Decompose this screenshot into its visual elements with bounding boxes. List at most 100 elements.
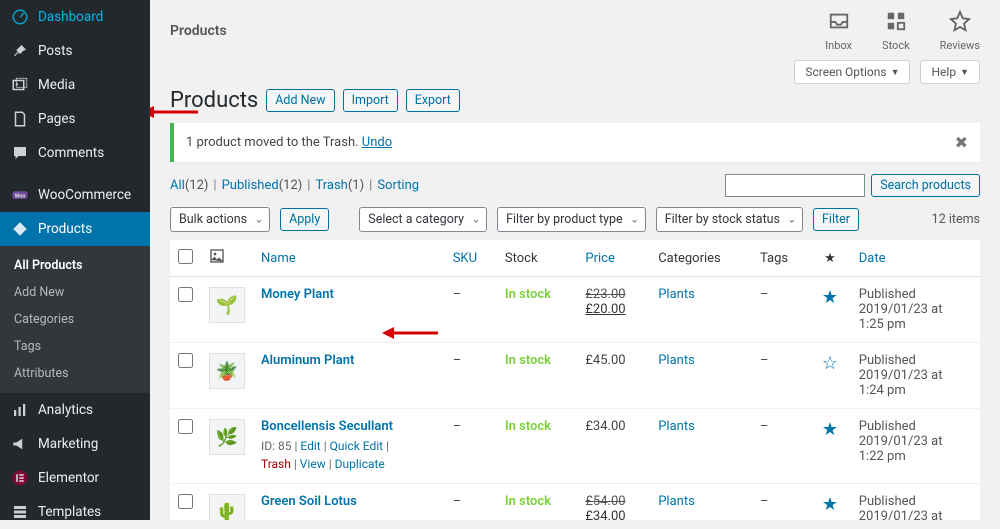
row-action-view[interactable]: View [300, 457, 326, 471]
product-thumb: 🌱 [209, 287, 245, 323]
cell-stock: In stock [505, 494, 551, 509]
sidebar-item-label: Templates [38, 504, 101, 520]
col-date[interactable]: Date [851, 240, 980, 277]
top-icon-inbox[interactable]: Inbox [825, 10, 852, 52]
sidebar-item-products[interactable]: Products [0, 212, 150, 246]
filter-link-all[interactable]: All [170, 178, 185, 193]
comment-icon [10, 144, 30, 162]
sidebar-item-label: Elementor [38, 470, 99, 486]
cell-date-l2: 2019/01/23 at [859, 434, 943, 449]
row-action-duplicate[interactable]: Duplicate [335, 457, 385, 471]
cell-tags: – [752, 409, 809, 484]
bulk-actions-select[interactable]: Bulk actions⌄ [170, 207, 270, 232]
product-name-link[interactable]: Boncellensis Secullant [261, 419, 393, 434]
dashboard-icon [10, 8, 30, 26]
row-checkbox[interactable] [178, 419, 193, 434]
cell-category-link[interactable]: Plants [658, 287, 695, 302]
row-action-trash[interactable]: Trash [261, 457, 291, 471]
col-price[interactable]: Price [577, 240, 650, 277]
sidebar-item-media[interactable]: Media [0, 68, 150, 102]
sidebar-item-pages[interactable]: Pages [0, 102, 150, 136]
filter-by-type-select[interactable]: Filter by product type⌄ [497, 207, 646, 232]
top-icon-reviews[interactable]: Reviews [940, 10, 980, 52]
import-button[interactable]: Import [343, 89, 398, 112]
sidebar-sub-categories[interactable]: Categories [0, 306, 150, 333]
table-row: 🌵 Green Soil Lotus – In stock £54.00£34.… [170, 484, 980, 521]
page-icon [10, 110, 30, 128]
filter-button[interactable]: Filter [813, 208, 859, 231]
sidebar-item-templates[interactable]: Templates [0, 495, 150, 529]
chevron-down-icon: ⌄ [255, 214, 263, 225]
cell-date-l3: 1:22 pm [859, 449, 906, 464]
filter-link-sorting[interactable]: Sorting [377, 178, 419, 193]
chevron-down-icon: ▼ [960, 67, 969, 78]
sidebar-item-woocommerce[interactable]: Woo WooCommerce [0, 178, 150, 212]
featured-star-icon[interactable]: ★ [822, 494, 838, 515]
row-checkbox[interactable] [178, 353, 193, 368]
cell-tags: – [752, 277, 809, 343]
row-checkbox[interactable] [178, 494, 193, 509]
product-thumb: 🪴 [209, 353, 245, 389]
stock-icon [882, 10, 910, 37]
filter-link-trash[interactable]: Trash [315, 178, 347, 193]
row-action-quick-edit[interactable]: Quick Edit [330, 439, 383, 453]
featured-star-icon[interactable]: ★ [822, 287, 838, 308]
sidebar-sub-tags[interactable]: Tags [0, 333, 150, 360]
product-name-link[interactable]: Money Plant [261, 287, 334, 302]
sidebar-item-label: WooCommerce [38, 187, 131, 203]
sidebar-item-marketing[interactable]: Marketing [0, 427, 150, 461]
select-category-select[interactable]: Select a category⌄ [359, 207, 487, 232]
table-row: 🌱 Money Plant – In stock £23.00£20.00 Pl… [170, 277, 980, 343]
select-all-checkbox[interactable] [178, 249, 193, 264]
cell-stock: In stock [505, 353, 551, 368]
cell-date-l1: Published [859, 353, 916, 368]
sidebar-sub-add-new[interactable]: Add New [0, 279, 150, 306]
sidebar-item-label: Posts [38, 43, 72, 59]
sidebar-sub-all-products[interactable]: All Products [0, 252, 150, 279]
dismiss-notice-icon[interactable]: ✖ [955, 133, 968, 152]
product-name-link[interactable]: Aluminum Plant [261, 353, 354, 368]
cell-category-link[interactable]: Plants [658, 353, 695, 368]
cell-price: £34.00 [585, 419, 625, 434]
row-actions: ID: 85 | Edit | Quick Edit | Trash | Vie… [261, 437, 437, 473]
products-table: Name SKU Stock Price Categories Tags ★ D… [170, 240, 980, 520]
filter-link-published[interactable]: Published [222, 178, 279, 193]
featured-star-icon[interactable]: ☆ [822, 353, 838, 374]
col-sku[interactable]: SKU [445, 240, 497, 277]
row-action-edit[interactable]: Edit [300, 439, 320, 453]
col-name[interactable]: Name [253, 240, 445, 277]
cell-tags: – [752, 343, 809, 409]
product-thumb: 🌵 [209, 494, 245, 520]
megaphone-icon [10, 435, 30, 453]
cell-category-link[interactable]: Plants [658, 419, 695, 434]
sidebar-item-label: Comments [38, 145, 104, 161]
featured-star-icon[interactable]: ★ [822, 419, 838, 440]
breadcrumb: Products [170, 23, 227, 39]
sidebar-item-comments[interactable]: Comments [0, 136, 150, 170]
sidebar-item-elementor[interactable]: Elementor [0, 461, 150, 495]
export-button[interactable]: Export [406, 89, 460, 112]
pin-icon [10, 42, 30, 60]
cell-price-old: £23.00 [585, 287, 625, 302]
sidebar-item-analytics[interactable]: Analytics [0, 393, 150, 427]
top-icon-stock[interactable]: Stock [882, 10, 910, 52]
admin-sidebar: Dashboard Posts Media Pages Comments Woo… [0, 0, 150, 520]
help-button[interactable]: Help▼ [920, 60, 980, 84]
product-name-link[interactable]: Green Soil Lotus [261, 494, 357, 509]
row-checkbox[interactable] [178, 287, 193, 302]
filter-by-stock-select[interactable]: Filter by stock status⌄ [656, 207, 803, 232]
undo-link[interactable]: Undo [362, 135, 392, 150]
sidebar-item-dashboard[interactable]: Dashboard [0, 0, 150, 34]
sidebar-sub-attributes[interactable]: Attributes [0, 360, 150, 387]
cell-category-link[interactable]: Plants [658, 494, 695, 509]
screen-options-button[interactable]: Screen Options▼ [794, 60, 910, 84]
sidebar-item-posts[interactable]: Posts [0, 34, 150, 68]
apply-button[interactable]: Apply [280, 208, 329, 231]
sidebar-item-label: Dashboard [38, 9, 103, 25]
cell-price: £20.00 [585, 302, 625, 317]
star-icon [940, 10, 980, 37]
search-products-button[interactable]: Search products [871, 174, 980, 197]
add-new-button[interactable]: Add New [266, 89, 334, 112]
search-products-input[interactable] [725, 174, 865, 197]
filter-trash-count: (1) [348, 178, 364, 193]
